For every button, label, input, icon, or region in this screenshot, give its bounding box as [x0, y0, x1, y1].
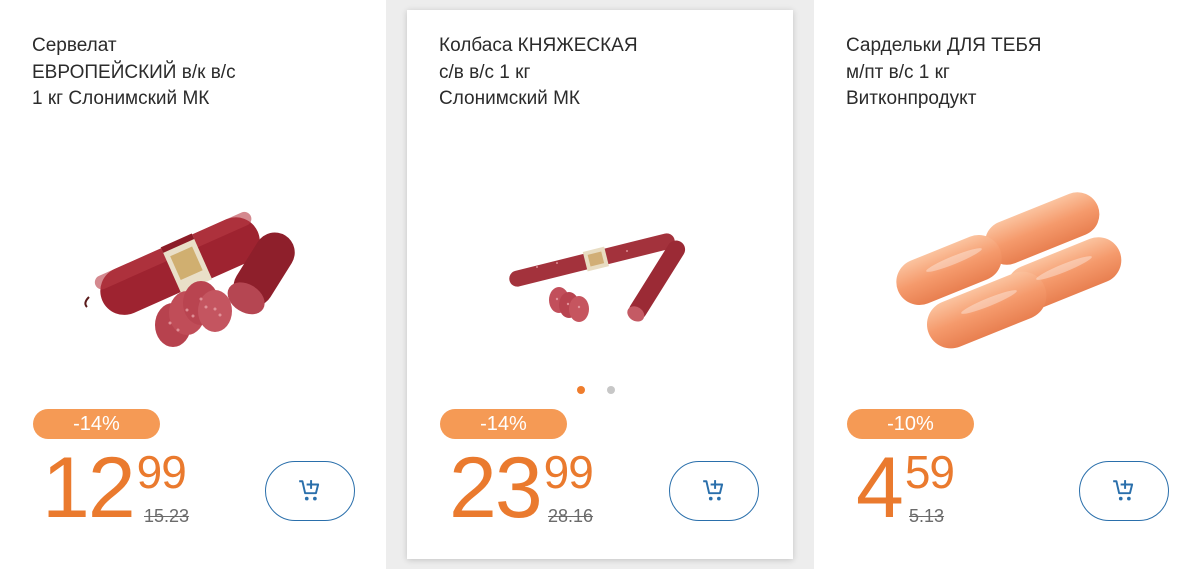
price-integer: 23: [449, 440, 543, 536]
product-title[interactable]: Колбаса КНЯЖЕСКАЯ с/в в/с 1 кг Слонимски…: [439, 33, 729, 113]
kolbasa-image: [509, 233, 686, 322]
add-to-cart-icon: [703, 480, 724, 501]
price-cents: 59: [904, 446, 955, 498]
price-integer: 12: [42, 440, 136, 536]
old-price: 5.13: [909, 506, 945, 526]
product-card[interactable]: Колбаса КНЯЖЕСКАЯ с/в в/с 1 кг Слонимски…: [407, 10, 793, 559]
servelat-image: [84, 211, 295, 347]
product-image[interactable]: [497, 205, 757, 385]
product-title[interactable]: Сервелат ЕВРОПЕЙСКИЙ в/к в/с 1 кг Слоним…: [32, 33, 322, 113]
discount-badge: -10%: [847, 409, 974, 439]
add-to-cart-icon: [299, 480, 320, 501]
product-image[interactable]: [75, 185, 335, 365]
discount-badge: -14%: [440, 409, 567, 439]
product-card[interactable]: Сардельки ДЛЯ ТЕБЯ м/пт в/с 1 кг Витконп…: [814, 0, 1200, 569]
product-image[interactable]: [884, 190, 1144, 370]
add-to-cart-icon: [1113, 480, 1134, 501]
discount-badge: -14%: [33, 409, 160, 439]
add-to-cart-button[interactable]: [265, 461, 355, 521]
add-to-cart-button[interactable]: [1079, 461, 1169, 521]
carousel-dot[interactable]: [607, 386, 615, 394]
carousel-dots: [577, 386, 637, 396]
price-integer: 4: [856, 440, 904, 536]
old-price: 15.23: [144, 506, 190, 526]
add-to-cart-button[interactable]: [669, 461, 759, 521]
carousel-dot-active[interactable]: [577, 386, 585, 394]
price-cents: 99: [136, 446, 187, 498]
product-title[interactable]: Сардельки ДЛЯ ТЕБЯ м/пт в/с 1 кг Витконп…: [846, 33, 1136, 113]
product-card[interactable]: Сервелат ЕВРОПЕЙСКИЙ в/к в/с 1 кг Слоним…: [0, 0, 386, 569]
sardelki-image: [896, 192, 1122, 349]
old-price: 28.16: [548, 506, 594, 526]
price-cents: 99: [543, 446, 594, 498]
